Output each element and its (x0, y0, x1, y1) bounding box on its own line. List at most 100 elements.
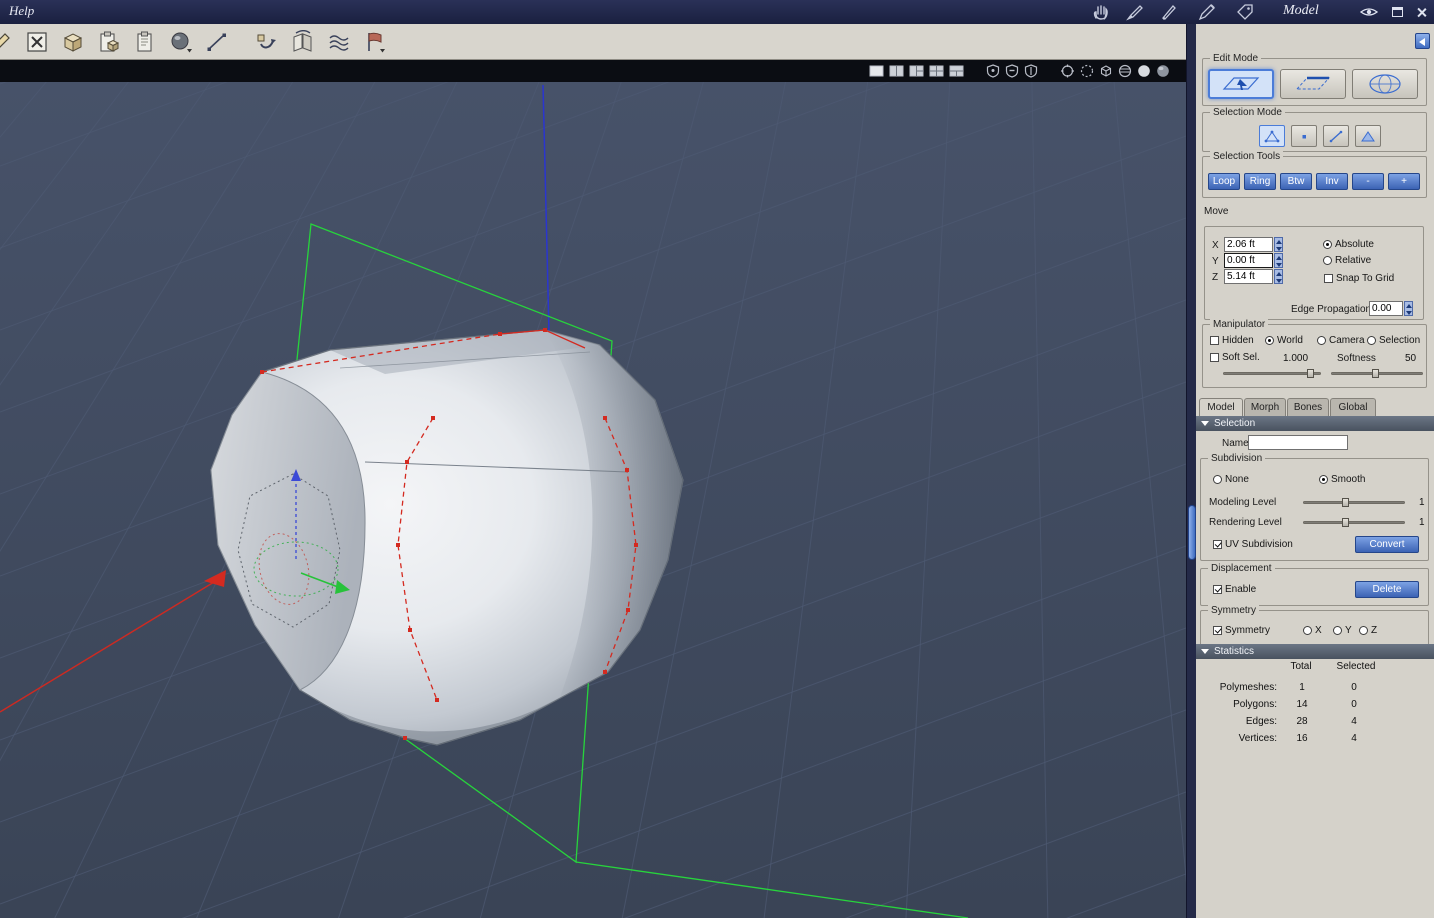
symmetry-y-radio[interactable]: Y (1333, 625, 1352, 636)
paste-object-icon[interactable] (94, 27, 124, 57)
tag-icon[interactable] (1232, 2, 1258, 22)
layout-grid-icon[interactable] (949, 63, 964, 79)
soft-selection-value: 1.000 (1283, 353, 1309, 364)
softness-slider[interactable] (1331, 369, 1423, 378)
pencil-tool-icon[interactable] (0, 27, 16, 57)
viewport[interactable] (0, 82, 1186, 918)
cube-primitive-icon[interactable] (58, 27, 88, 57)
shrink-selection-button[interactable]: - (1352, 173, 1384, 190)
hidden-checkbox[interactable]: Hidden (1210, 335, 1254, 346)
grow-selection-button[interactable]: + (1388, 173, 1420, 190)
model-object[interactable] (210, 329, 684, 746)
move-x-input[interactable] (1224, 237, 1273, 252)
move-y-stepper[interactable] (1274, 253, 1283, 268)
convert-button[interactable]: Convert (1355, 536, 1419, 553)
main-toolbar (0, 24, 1186, 60)
viewport-header (0, 60, 1186, 82)
selection-section-header[interactable]: Selection (1196, 416, 1434, 431)
eye-icon[interactable] (1360, 4, 1378, 20)
close-icon[interactable] (1412, 4, 1430, 20)
name-input[interactable] (1248, 435, 1348, 450)
edge-select-button[interactable] (1323, 125, 1349, 147)
layout-single-icon[interactable] (869, 63, 884, 79)
splitter-handle[interactable] (1188, 505, 1196, 560)
flip-page-tool-icon[interactable] (288, 27, 318, 57)
app-window: Help Model Edit Mode Selection Mode Sele… (0, 0, 1434, 918)
snap-to-grid-checkbox[interactable]: Snap To Grid (1324, 273, 1394, 284)
delete-selection-icon[interactable] (22, 27, 52, 57)
rotate-view-icon[interactable] (1060, 63, 1075, 79)
subdivision-label: Subdivision (1208, 453, 1266, 464)
layout-two-pane-icon[interactable] (889, 63, 904, 79)
flag-deform-tool-icon[interactable] (360, 27, 390, 57)
maximize-icon[interactable] (1388, 4, 1406, 20)
symmetry-z-radio[interactable]: Z (1359, 625, 1377, 636)
smooth-shade-icon[interactable] (1137, 63, 1151, 79)
manipulator-group: Manipulator Hidden World Camera Selectio… (1202, 319, 1427, 388)
layered-sphere-icon[interactable] (1118, 63, 1132, 79)
displacement-delete-button[interactable]: Delete (1355, 581, 1419, 598)
shield-both-icon[interactable] (1024, 63, 1038, 79)
face-select-button[interactable] (1355, 125, 1381, 147)
shield-front-icon[interactable] (986, 63, 1000, 79)
uv-subdivision-checkbox[interactable]: UV Subdivision (1213, 539, 1293, 550)
line-tool-icon[interactable] (202, 27, 232, 57)
hand-icon[interactable] (1088, 2, 1114, 22)
move-z-input[interactable] (1224, 269, 1273, 284)
panel-splitter[interactable] (1186, 24, 1196, 918)
invert-button[interactable]: Inv (1316, 173, 1348, 190)
statistics-section-header[interactable]: Statistics (1196, 644, 1434, 659)
layout-four-pane-icon[interactable] (929, 63, 944, 79)
pen-icon[interactable] (1156, 2, 1182, 22)
tab-bones[interactable]: Bones (1287, 398, 1329, 416)
move-z-stepper[interactable] (1274, 269, 1283, 284)
edge-propagation-stepper[interactable] (1404, 301, 1413, 316)
shield-back-icon[interactable] (1005, 63, 1019, 79)
modeling-level-slider[interactable] (1303, 498, 1405, 507)
symmetry-checkbox[interactable]: Symmetry (1213, 625, 1270, 636)
help-menu[interactable]: Help (9, 3, 34, 19)
dotted-sphere-icon[interactable] (1080, 63, 1094, 79)
edge-propagation-input[interactable] (1369, 301, 1403, 316)
layout-three-pane-icon[interactable] (909, 63, 924, 79)
wave-deform-tool-icon[interactable] (324, 27, 354, 57)
subdivision-smooth-radio[interactable]: Smooth (1319, 474, 1365, 485)
pencil-icon[interactable] (1194, 2, 1220, 22)
tab-model[interactable]: Model (1199, 398, 1243, 416)
move-y-input[interactable] (1224, 253, 1273, 268)
soft-selection-slider[interactable] (1223, 369, 1321, 378)
x-axis-line (0, 575, 225, 713)
face-edit-mode-button[interactable] (1208, 69, 1274, 99)
tab-global[interactable]: Global (1330, 398, 1376, 416)
paintbrush-icon[interactable] (1122, 2, 1148, 22)
point-select-button[interactable] (1291, 125, 1317, 147)
object-edit-mode-button[interactable] (1352, 69, 1418, 99)
vertex-select-button[interactable] (1259, 125, 1285, 147)
edge-edit-mode-button[interactable] (1280, 69, 1346, 99)
world-radio[interactable]: World (1265, 335, 1303, 346)
sphere-primitive-icon[interactable] (166, 27, 196, 57)
move-x-stepper[interactable] (1274, 237, 1283, 252)
ring-button[interactable]: Ring (1244, 173, 1276, 190)
relative-radio[interactable]: Relative (1323, 255, 1371, 266)
absolute-radio[interactable]: Absolute (1323, 239, 1374, 250)
clipboard-icon[interactable] (130, 27, 160, 57)
rendering-level-slider[interactable] (1303, 518, 1405, 527)
panel-collapse-button[interactable] (1415, 33, 1430, 49)
stats-col-selected: Selected (1336, 661, 1376, 672)
viewport-canvas[interactable] (0, 82, 1186, 918)
stats-selected: 0 (1351, 682, 1357, 693)
flat-shade-icon[interactable] (1156, 63, 1170, 79)
between-button[interactable]: Btw (1280, 173, 1312, 190)
selection-radio[interactable]: Selection (1367, 335, 1420, 346)
symmetry-x-radio[interactable]: X (1303, 625, 1322, 636)
sweep-tool-icon[interactable] (252, 27, 282, 57)
stats-row-label: Polymeshes: (1219, 682, 1277, 693)
displacement-enable-checkbox[interactable]: Enable (1213, 584, 1256, 595)
subdivision-none-radio[interactable]: None (1213, 474, 1249, 485)
tab-morph[interactable]: Morph (1244, 398, 1286, 416)
camera-radio[interactable]: Camera (1317, 335, 1365, 346)
loop-button[interactable]: Loop (1208, 173, 1240, 190)
wireframe-cube-icon[interactable] (1099, 63, 1113, 79)
soft-selection-checkbox[interactable]: Soft Sel. (1210, 352, 1260, 363)
